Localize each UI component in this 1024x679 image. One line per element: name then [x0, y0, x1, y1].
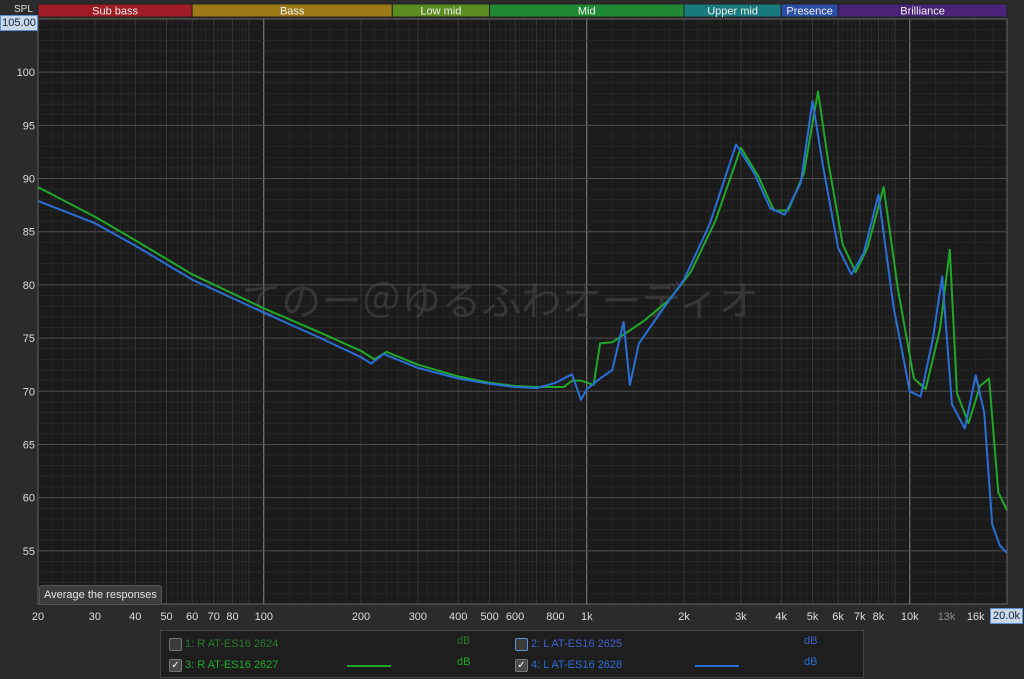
x-tick-label: 20: [32, 611, 44, 623]
y-tick-label: 55: [23, 546, 35, 558]
legend-swatch-4: [695, 665, 739, 667]
x-max-readout[interactable]: 20.0k: [990, 608, 1023, 624]
y-max-readout[interactable]: 105.00: [0, 15, 38, 31]
x-tick-label: 5k: [807, 611, 819, 623]
x-tick-label: 100: [255, 611, 273, 623]
legend-checkbox-4[interactable]: ✓: [515, 659, 528, 672]
legend-unit-3: dB: [457, 656, 471, 668]
legend-label-2: 2: L AT-ES16 2625: [531, 638, 623, 650]
legend-unit-4: dB: [804, 656, 818, 668]
x-tick-label: 2k: [678, 611, 690, 623]
x-tick-label: 50: [160, 611, 172, 623]
x-tick-label: 200: [352, 611, 370, 623]
y-axis-title: SPL: [14, 4, 33, 15]
legend-checkbox-3[interactable]: ✓: [169, 659, 182, 672]
frequency-response-plot[interactable]: Sub bass Bass Low mid Mid Upper mid Presence B…: [0, 0, 1024, 626]
x-tick-label: 500: [480, 611, 498, 623]
y-tick-label: 95: [23, 120, 35, 132]
x-tick-label: 10k: [901, 611, 919, 623]
x-tick-label: 8k: [873, 611, 885, 623]
y-tick-label: 75: [23, 333, 35, 345]
band-label-3: Low mid: [420, 6, 461, 18]
average-responses-button[interactable]: Average the responses: [39, 585, 162, 605]
legend-label-4: 4: L AT-ES16 2628: [531, 659, 623, 671]
x-tick-label: 400: [449, 611, 467, 623]
x-tick-label: 7k: [854, 611, 866, 623]
legend-unit-1: dB: [457, 635, 471, 647]
band-label-7: Brilliance: [900, 6, 945, 18]
x-tick-label: 70: [208, 611, 220, 623]
x-tick-label: 4k: [775, 611, 787, 623]
y-tick-label: 80: [23, 280, 35, 292]
x-tick-label: 80: [226, 611, 238, 623]
y-tick-label: 85: [23, 227, 35, 239]
x-tick-label: 300: [409, 611, 427, 623]
legend-label-1: 1: R AT-ES16 2624: [185, 638, 279, 650]
legend-unit-2: dB: [804, 635, 818, 647]
x-tick-label: 6k: [832, 611, 844, 623]
y-tick-label: 90: [23, 174, 35, 186]
band-label-5: Upper mid: [707, 6, 758, 18]
x-tick-label: 600: [506, 611, 524, 623]
legend-panel: 1: R AT-ES16 2624 dB 2: L AT-ES16 2625 d…: [160, 630, 864, 678]
legend-label-3: 3: R AT-ES16 2627: [185, 659, 279, 671]
y-tick-label: 100: [17, 67, 35, 79]
legend-checkbox-2[interactable]: [515, 638, 528, 651]
legend-checkbox-1[interactable]: [169, 638, 182, 651]
legend-swatch-3: [347, 665, 391, 667]
band-label-2: Bass: [280, 6, 305, 18]
x-tick-label: 16k: [967, 611, 985, 623]
chart-canvas[interactable]: Sub bass Bass Low mid Mid Upper mid Presence B…: [0, 0, 1024, 626]
band-label-1: Sub bass: [92, 6, 138, 18]
y-tick-label: 60: [23, 493, 35, 505]
x-tick-label: 3k: [735, 611, 747, 623]
band-label-4: Mid: [578, 6, 596, 18]
x-tick-label: 1k: [581, 611, 593, 623]
x-tick-label: 13k: [938, 611, 956, 623]
x-tick-label: 800: [546, 611, 564, 623]
x-tick-label: 60: [186, 611, 198, 623]
x-tick-label: 40: [129, 611, 141, 623]
y-tick-label: 70: [23, 386, 35, 398]
y-tick-label: 65: [23, 439, 35, 451]
band-label-6: Presence: [786, 6, 832, 18]
x-tick-label: 30: [89, 611, 101, 623]
